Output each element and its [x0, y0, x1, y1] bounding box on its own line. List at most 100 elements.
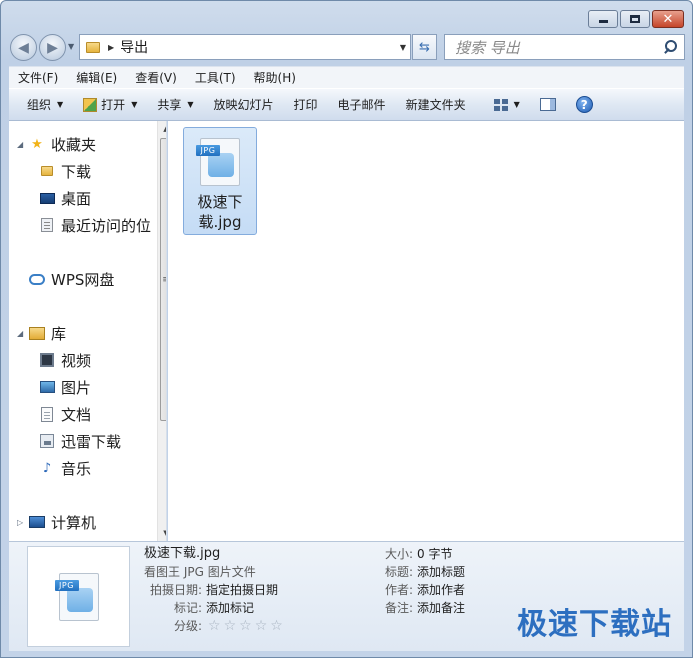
details-date-row: 拍摄日期: 指定拍摄日期 [144, 581, 278, 599]
watermark-logo: 极速下载站 [517, 607, 672, 642]
minimize-button[interactable] [588, 10, 618, 28]
details-tags-value[interactable]: 添加标记 [206, 599, 254, 617]
open-label: 打开 [101, 98, 126, 112]
nav-downloads[interactable]: 下载 [39, 159, 91, 183]
details-title-value[interactable]: 添加标题 [417, 563, 465, 581]
chevron-down-icon: ▼ [187, 100, 194, 109]
details-rating-label: 分级: [173, 619, 202, 633]
caption-buttons: ✕ [588, 10, 684, 28]
nav-computer-label: 计算机 [51, 513, 97, 532]
nav-videos[interactable]: 视频 [39, 348, 91, 372]
details-date-label: 拍摄日期: [149, 583, 202, 597]
preview-pane-button[interactable] [530, 89, 566, 120]
nav-recent-label: 最近访问的位 [61, 216, 152, 235]
star-icon[interactable]: ☆ [239, 617, 252, 635]
details-filename: 极速下载.jpg [144, 546, 221, 561]
menu-edit[interactable]: 编辑(E) [67, 69, 126, 86]
slideshow-button[interactable]: 放映幻灯片 [204, 89, 284, 120]
nav-scrollbar[interactable]: ▲ ≡ ▼ [157, 121, 166, 541]
details-author-label: 作者: [384, 583, 413, 597]
expand-caret-icon[interactable]: ▷ [17, 518, 25, 527]
new-folder-button[interactable]: 新建文件夹 [396, 89, 476, 120]
breadcrumb-folder[interactable]: 导出 [120, 37, 148, 57]
help-button[interactable]: ? [566, 89, 603, 120]
cloud-icon [29, 271, 45, 287]
menu-tools[interactable]: 工具(T) [186, 69, 245, 86]
nav-recent[interactable]: 最近访问的位 [39, 213, 151, 237]
recent-pages-dropdown[interactable]: ▼ [68, 42, 74, 51]
organize-label: 组织 [27, 98, 52, 112]
details-comment-value[interactable]: 添加备注 [417, 599, 465, 617]
print-button[interactable]: 打印 [284, 89, 328, 120]
jpg-badge-large: JPG [54, 579, 79, 591]
back-button[interactable]: ◀ [10, 34, 37, 61]
nav-pictures-label: 图片 [61, 378, 92, 397]
expand-caret-icon[interactable]: ◢ [17, 140, 25, 149]
address-dropdown-icon[interactable]: ▼ [400, 43, 406, 52]
back-arrow-icon: ◀ [18, 39, 29, 56]
nav-downloads-label: 下载 [61, 162, 92, 181]
rating-stars[interactable]: ☆ ☆ ☆ ☆ ☆ [208, 617, 286, 635]
nav-favorites[interactable]: ◢ ★ 收藏夹 [17, 132, 96, 156]
search-icon[interactable] [660, 37, 680, 57]
nav-libraries[interactable]: ◢ 库 [17, 321, 66, 345]
details-date-value[interactable]: 指定拍摄日期 [206, 581, 278, 599]
music-icon: ♪ [42, 460, 52, 476]
organize-button[interactable]: 组织 ▼ [9, 89, 73, 120]
scrollbar-thumb[interactable]: ≡ [160, 138, 166, 421]
menu-view[interactable]: 查看(V) [126, 69, 186, 86]
breadcrumb-arrow-icon[interactable]: ▶ [108, 43, 114, 52]
maximize-icon [630, 15, 640, 23]
expand-caret-icon[interactable]: ◢ [17, 329, 25, 338]
share-button[interactable]: 共享 ▼ [147, 89, 203, 120]
star-icon[interactable]: ☆ [208, 617, 221, 635]
computer-icon [29, 514, 45, 530]
refresh-button[interactable]: ⇆ [412, 34, 437, 60]
nav-wps[interactable]: WPS网盘 [17, 267, 114, 291]
search-input[interactable]: 搜索 导出 [455, 37, 660, 58]
close-button[interactable]: ✕ [652, 10, 684, 28]
file-name: 极速下 载.jpg [197, 192, 242, 232]
chevron-down-icon: ▼ [131, 100, 138, 109]
scroll-up-icon[interactable]: ▲ [158, 121, 166, 137]
nav-thunder[interactable]: 迅雷下载 [39, 429, 121, 453]
nav-computer[interactable]: ▷ 计算机 [17, 510, 96, 534]
forward-button[interactable]: ▶ [39, 34, 66, 61]
scroll-down-icon[interactable]: ▼ [158, 525, 166, 541]
details-tags-row: 标记: 添加标记 [144, 599, 254, 617]
details-title-row: 标题: 添加标题 [373, 563, 465, 581]
view-options-button[interactable]: ▼ [484, 89, 530, 120]
email-label: 电子邮件 [337, 98, 386, 112]
star-icon: ★ [31, 136, 43, 152]
email-button[interactable]: 电子邮件 [328, 89, 396, 120]
details-comment-row: 备注: 添加备注 [373, 599, 465, 617]
new-folder-label: 新建文件夹 [405, 98, 466, 112]
menu-bar: 文件(F) 编辑(E) 查看(V) 工具(T) 帮助(H) [9, 66, 684, 88]
chevron-down-icon: ▼ [57, 100, 64, 109]
details-author-value[interactable]: 添加作者 [417, 581, 465, 599]
search-box[interactable]: 搜索 导出 [444, 34, 685, 60]
file-list-area[interactable]: JPG 极速下 载.jpg [168, 121, 684, 541]
jpg-file-icon: JPG [54, 571, 103, 623]
star-icon[interactable]: ☆ [255, 617, 268, 635]
file-item[interactable]: JPG 极速下 载.jpg [183, 127, 257, 235]
details-filetype: 看图王 JPG 图片文件 [144, 565, 256, 579]
open-app-icon [83, 97, 98, 112]
details-author-row: 作者: 添加作者 [373, 581, 465, 599]
address-bar[interactable]: ▶ 导出 ▼ [79, 34, 411, 60]
star-icon[interactable]: ☆ [224, 617, 237, 635]
details-tags-label: 标记: [173, 601, 202, 615]
maximize-button[interactable] [620, 10, 650, 28]
menu-file[interactable]: 文件(F) [9, 69, 67, 86]
nav-desktop[interactable]: 桌面 [39, 186, 91, 210]
explorer-window: ✕ ◀ ▶ ▼ ▶ 导出 ▼ ⇆ 搜索 导出 文件(F) 编辑(E) 查看(V)… [0, 0, 693, 658]
nav-pictures[interactable]: 图片 [39, 375, 91, 399]
star-icon[interactable]: ☆ [270, 617, 283, 635]
nav-documents[interactable]: 文档 [39, 402, 91, 426]
nav-music-label: 音乐 [61, 459, 92, 478]
jpg-file-icon: JPG [196, 136, 244, 188]
jpg-badge: JPG [196, 145, 220, 156]
menu-help[interactable]: 帮助(H) [245, 69, 305, 86]
nav-music[interactable]: ♪ 音乐 [39, 456, 91, 480]
open-button[interactable]: 打开 ▼ [73, 89, 147, 120]
